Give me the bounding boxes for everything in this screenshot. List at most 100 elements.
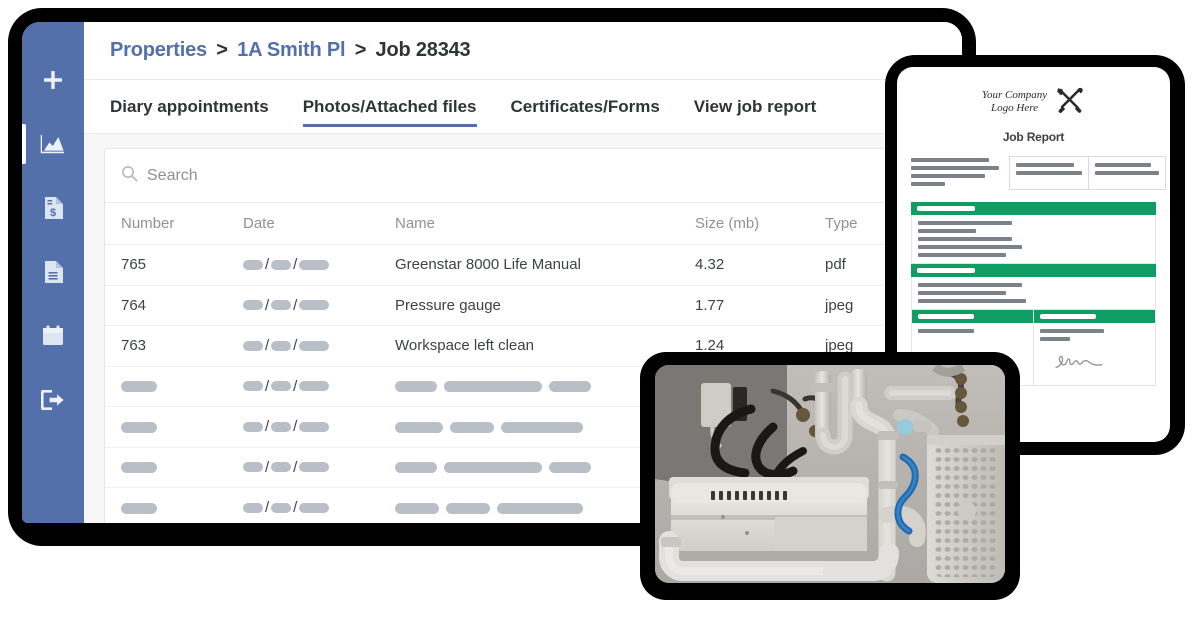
report-section-header xyxy=(911,202,1156,215)
placeholder-line xyxy=(911,158,989,162)
column-header-number[interactable]: Number xyxy=(105,203,243,245)
placeholder-pill xyxy=(395,462,437,473)
placeholder-line xyxy=(911,182,945,186)
placeholder-line xyxy=(918,283,1022,287)
date-separator: / xyxy=(293,499,297,516)
svg-text:$: $ xyxy=(50,207,56,219)
date-separator: / xyxy=(265,378,269,395)
tab-diary-appointments[interactable]: Diary appointments xyxy=(110,80,269,133)
placeholder-line xyxy=(1040,329,1104,333)
cell-date: // xyxy=(243,447,395,488)
search-row[interactable]: Search xyxy=(105,149,925,203)
sidebar-item-documents[interactable] xyxy=(22,240,84,304)
placeholder-pill xyxy=(271,422,291,432)
sidebar-active-indicator xyxy=(22,124,26,164)
report-section-one xyxy=(911,202,1156,264)
tab-label: Photos/Attached files xyxy=(303,97,477,117)
tab-view-job-report[interactable]: View job report xyxy=(694,80,817,133)
placeholder-line xyxy=(917,268,975,273)
sidebar: $ xyxy=(22,22,84,523)
job-photo-card[interactable] xyxy=(655,365,1005,583)
placeholder-line xyxy=(918,237,1012,241)
breadcrumb-separator: > xyxy=(355,39,366,61)
report-title: Job Report xyxy=(911,130,1156,144)
placeholder-pill xyxy=(299,462,329,472)
sidebar-item-diary[interactable] xyxy=(22,304,84,368)
placeholder-pill xyxy=(299,422,329,432)
cell-number xyxy=(105,407,243,448)
report-signature-block xyxy=(1034,310,1156,386)
date-placeholder: // xyxy=(243,418,329,435)
tab-label: Diary appointments xyxy=(110,97,269,117)
column-header-date[interactable]: Date xyxy=(243,203,395,245)
date-separator: / xyxy=(265,418,269,435)
column-header-size[interactable]: Size (mb) xyxy=(695,203,825,245)
date-separator: / xyxy=(265,499,269,516)
table-row[interactable]: 765//Greenstar 8000 Life Manual4.32pdf xyxy=(105,245,925,286)
placeholder-pill xyxy=(299,381,329,391)
breadcrumb-item-properties[interactable]: Properties xyxy=(110,39,207,61)
cell-date: // xyxy=(243,285,395,326)
table-row[interactable]: 764//Pressure gauge1.77jpeg xyxy=(105,285,925,326)
placeholder-pill xyxy=(271,300,291,310)
date-separator: / xyxy=(265,256,269,273)
report-meta xyxy=(911,156,1156,190)
placeholder-pill xyxy=(299,503,329,513)
date-separator: / xyxy=(293,378,297,395)
logout-icon xyxy=(40,389,66,411)
placeholder-pill xyxy=(271,260,291,270)
placeholder-pill xyxy=(549,381,591,392)
report-logo-text: Your Company Logo Here xyxy=(982,89,1047,115)
placeholder-pill xyxy=(121,381,157,392)
placeholder-line xyxy=(918,245,1022,249)
sidebar-item-invoices[interactable]: $ xyxy=(22,176,84,240)
tab-photos-attached-files[interactable]: Photos/Attached files xyxy=(303,80,477,133)
placeholder-pill xyxy=(501,422,583,433)
report-meta-box xyxy=(1009,156,1089,190)
placeholder-pill xyxy=(444,381,542,392)
date-separator: / xyxy=(293,459,297,476)
column-header-name[interactable]: Name xyxy=(395,203,695,245)
placeholder-line xyxy=(918,291,1006,295)
placeholder-pill xyxy=(395,381,437,392)
placeholder-pill xyxy=(243,300,263,310)
sidebar-item-logout[interactable] xyxy=(22,368,84,432)
date-placeholder: // xyxy=(243,499,329,516)
tools-wrench-screwdriver-icon xyxy=(1055,85,1085,118)
report-meta-boxes xyxy=(1009,156,1166,190)
tab-label: View job report xyxy=(694,97,817,117)
cell-size: 1.77 xyxy=(695,285,825,326)
cell-date: // xyxy=(243,326,395,367)
report-section-header xyxy=(1034,310,1155,323)
placeholder-line xyxy=(918,329,974,333)
placeholder-pill xyxy=(450,422,494,433)
placeholder-pill xyxy=(549,462,591,473)
cell-number xyxy=(105,366,243,407)
placeholder-pill xyxy=(446,503,490,514)
date-separator: / xyxy=(293,256,297,273)
placeholder-line xyxy=(1016,163,1074,167)
placeholder-line xyxy=(918,253,1006,257)
search-input[interactable]: Search xyxy=(147,167,198,185)
tab-certificates-forms[interactable]: Certificates/Forms xyxy=(511,80,660,133)
placeholder-pill xyxy=(121,503,157,514)
cell-date: // xyxy=(243,366,395,407)
cell-number xyxy=(105,488,243,524)
sidebar-item-add[interactable] xyxy=(22,48,84,112)
placeholder-pill xyxy=(243,260,263,270)
report-section-header xyxy=(911,264,1156,277)
placeholder-pill xyxy=(243,341,263,351)
cell-number: 765 xyxy=(105,245,243,286)
date-placeholder: // xyxy=(243,297,329,314)
invoice-dollar-icon: $ xyxy=(42,196,64,220)
cell-size: 4.32 xyxy=(695,245,825,286)
placeholder-line xyxy=(1016,171,1082,175)
date-placeholder: // xyxy=(243,256,329,273)
cell-number: 763 xyxy=(105,326,243,367)
placeholder-line xyxy=(1095,171,1159,175)
placeholder-pill xyxy=(243,381,263,391)
calendar-icon xyxy=(41,324,65,348)
breadcrumb-item-address[interactable]: 1A Smith Pl xyxy=(237,39,345,61)
sidebar-item-reports[interactable] xyxy=(22,112,84,176)
placeholder-pill xyxy=(444,462,542,473)
